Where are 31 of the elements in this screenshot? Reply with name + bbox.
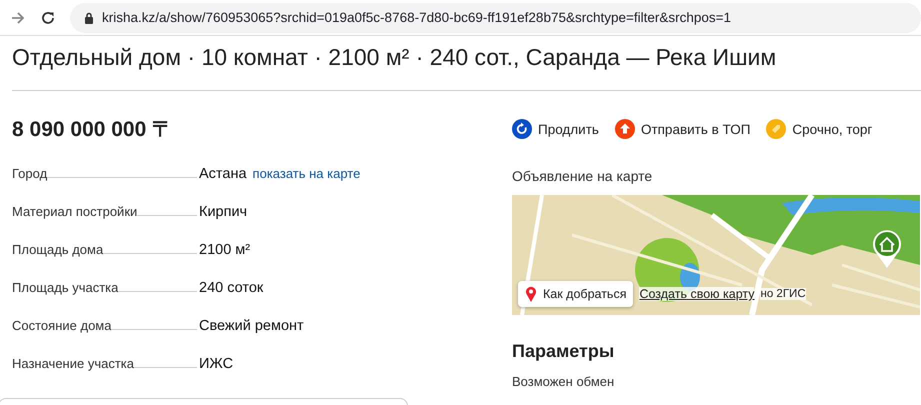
action-button[interactable]: Отправить в ТОП: [614, 119, 750, 139]
create-map-link[interactable]: Создать свою карту: [639, 287, 754, 301]
spec-label: Состояние дома: [12, 317, 112, 335]
spec-label: Площадь дома: [12, 241, 104, 259]
spec-value: 2100 м²: [199, 241, 250, 260]
spec-value: ИЖС: [199, 355, 234, 374]
parameter-text: Возможен обмен: [512, 374, 616, 389]
location-pin-icon: [525, 286, 537, 302]
reload-icon[interactable]: [40, 10, 56, 26]
map-attribution: но 2ГИС: [760, 288, 806, 300]
action-button[interactable]: Срочно, торг: [766, 119, 872, 139]
home-marker-icon[interactable]: [872, 229, 902, 269]
spec-value: Кирпич: [199, 203, 248, 222]
url-text: krisha.kz/a/show/760953065?srchid=019a0f5c-8768-7d80-bc69-ff191ef28b75&srchtype=filter&srchpos=1: [102, 10, 732, 25]
spec-label: Площадь участка: [12, 279, 118, 297]
price: 8 090 000 000 〒: [12, 117, 174, 143]
spec-label: Материал постройки: [12, 203, 138, 221]
forward-icon[interactable]: [10, 10, 26, 26]
action-button[interactable]: Продлить: [512, 119, 599, 139]
map-link[interactable]: показать на карте: [252, 155, 360, 193]
address-bar[interactable]: krisha.kz/a/show/760953065?srchid=019a0f5c-8768-7d80-bc69-ff191ef28b75&srchtype=filter&srchpos=1: [70, 2, 921, 32]
parameters-heading: Параметры: [512, 341, 616, 362]
map-heading: Объявление на карте: [512, 168, 654, 184]
spec-value: Свежий ремонт: [199, 317, 304, 336]
spec-value: 240 соток: [199, 279, 264, 298]
route-button[interactable]: Как добраться: [518, 281, 634, 307]
lock-icon: [84, 12, 94, 24]
spec-label: Назначение участка: [12, 355, 134, 373]
spec-label: Город: [12, 165, 48, 183]
spec-value: Астана: [199, 165, 247, 184]
listing-title: Отдельный дом · 10 комнат · 2100 м² · 240 сот., Саранда — Река Ишим: [12, 43, 778, 72]
